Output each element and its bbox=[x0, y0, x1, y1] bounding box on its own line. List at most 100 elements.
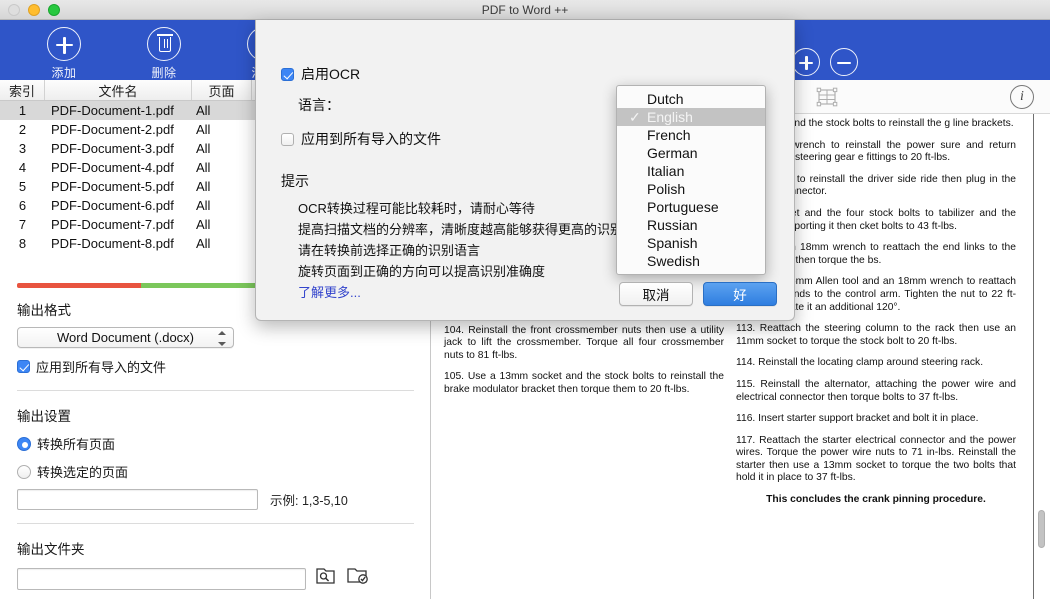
language-option[interactable]: Spanish bbox=[617, 234, 765, 252]
paragraph: 113. Reattach the steering column to the… bbox=[736, 323, 1016, 347]
tips-title: 提示 bbox=[281, 173, 309, 189]
cell-pages: All bbox=[196, 217, 211, 232]
output-folder-title: 输出文件夹 bbox=[17, 542, 85, 557]
enable-ocr-row[interactable]: 启用OCR bbox=[281, 64, 360, 84]
enable-ocr-label: 启用OCR bbox=[301, 66, 361, 82]
cell-pages: All bbox=[196, 160, 211, 175]
cell-filename: PDF-Document-8.pdf bbox=[51, 236, 174, 251]
cell-index: 1 bbox=[18, 103, 27, 118]
cell-index: 8 bbox=[18, 236, 27, 251]
check-icon: ✓ bbox=[629, 109, 641, 125]
language-option[interactable]: German bbox=[617, 144, 765, 162]
folder-search-icon[interactable] bbox=[315, 566, 337, 591]
language-option[interactable]: Dutch bbox=[617, 90, 765, 108]
language-option[interactable]: Polish bbox=[617, 180, 765, 198]
paragraph: 105. Use a 13mm socket and the stock bol… bbox=[444, 371, 724, 395]
cell-index: 5 bbox=[18, 179, 27, 194]
cell-filename: PDF-Document-5.pdf bbox=[51, 179, 174, 194]
column-header-pages[interactable]: 页面 bbox=[192, 80, 252, 100]
language-option-selected[interactable]: ✓ English bbox=[617, 108, 765, 126]
cell-filename: PDF-Document-2.pdf bbox=[51, 122, 174, 137]
language-dropdown-menu[interactable]: Dutch ✓ English French German Italian Po… bbox=[616, 85, 766, 275]
cell-pages: All bbox=[196, 179, 211, 194]
dialog-buttons: 取消 好 bbox=[619, 282, 777, 306]
output-folder-input[interactable] bbox=[17, 567, 306, 590]
output-settings-title: 输出设置 bbox=[17, 409, 71, 424]
language-option[interactable]: Swedish bbox=[617, 252, 765, 270]
language-option[interactable]: Portuguese bbox=[617, 198, 765, 216]
learn-more-link[interactable]: 了解更多... bbox=[298, 282, 361, 301]
window-title: PDF to Word ++ bbox=[481, 3, 569, 17]
column-header-filename[interactable]: 文件名 bbox=[45, 80, 192, 100]
radio-all-pages-label: 转换所有页面 bbox=[37, 437, 116, 452]
radio-selected-pages[interactable] bbox=[17, 464, 31, 479]
language-option[interactable]: French bbox=[617, 126, 765, 144]
table-grid-icon[interactable] bbox=[816, 86, 838, 108]
window-titlebar: PDF to Word ++ bbox=[0, 0, 1050, 20]
info-icon[interactable]: i bbox=[1010, 85, 1034, 109]
language-label: 语言： bbox=[298, 97, 340, 113]
cell-index: 2 bbox=[18, 122, 27, 137]
cell-pages: All bbox=[196, 103, 211, 118]
cell-filename: PDF-Document-3.pdf bbox=[51, 141, 174, 156]
radio-selected-pages-label: 转换选定的页面 bbox=[37, 465, 129, 480]
paragraph: 104. Reinstall the front crossmember nut… bbox=[444, 324, 724, 361]
closing-line: This concludes the crank pinning procedu… bbox=[766, 494, 986, 506]
zoom-out-icon bbox=[830, 48, 858, 76]
cell-pages: All bbox=[196, 122, 211, 137]
settings-panel: 输出格式 Word Document (.docx) 应用到所有导入的文件 输出… bbox=[0, 295, 431, 599]
ocr-apply-all-checkbox[interactable] bbox=[281, 132, 294, 146]
cell-pages: All bbox=[196, 141, 211, 156]
preview-scrollbar[interactable] bbox=[1037, 120, 1045, 590]
trash-circle-icon bbox=[147, 27, 181, 61]
language-option[interactable]: Italian bbox=[617, 162, 765, 180]
tip-line: OCR转换过程可能比较耗时，请耐心等待 bbox=[298, 201, 535, 216]
cell-index: 3 bbox=[18, 141, 27, 156]
page-range-input[interactable] bbox=[17, 489, 258, 510]
apply-all-files-checkbox[interactable] bbox=[17, 360, 30, 373]
paragraph: 114. Reinstall the locating clamp around… bbox=[736, 357, 984, 369]
tip-line: 请在转换前选择正确的识别语言 bbox=[298, 243, 481, 258]
chevron-updown-icon bbox=[217, 331, 226, 346]
column-header-index[interactable]: 索引 bbox=[0, 80, 45, 100]
cell-index: 7 bbox=[18, 217, 27, 232]
divider bbox=[17, 390, 414, 391]
enable-ocr-checkbox[interactable] bbox=[281, 67, 294, 81]
paragraph: 115. Reinstall the alternator, attaching… bbox=[736, 378, 1016, 403]
folder-check-icon[interactable] bbox=[346, 566, 370, 591]
cell-index: 6 bbox=[18, 198, 27, 213]
radio-all-pages-row[interactable]: 转换所有页面 bbox=[17, 434, 414, 453]
cell-index: 4 bbox=[18, 160, 27, 175]
language-option[interactable]: Russian bbox=[617, 216, 765, 234]
scrollbar-thumb[interactable] bbox=[1038, 510, 1045, 548]
ok-button[interactable]: 好 bbox=[703, 282, 777, 306]
paragraph: 116. Insert starter support bracket and … bbox=[736, 413, 979, 425]
apply-all-files-label: 应用到所有导入的文件 bbox=[36, 360, 167, 375]
preview-page-edge bbox=[1033, 114, 1034, 599]
application-window: PDF to Word ++ 添加 删除 清空 bbox=[0, 0, 1050, 599]
plus-circle-icon bbox=[47, 27, 81, 61]
page-range-example: 示例: 1,3-5,10 bbox=[270, 494, 348, 508]
cell-filename: PDF-Document-6.pdf bbox=[51, 198, 174, 213]
radio-selected-pages-row[interactable]: 转换选定的页面 bbox=[17, 462, 414, 481]
tip-line: 旋转页面到正确的方向可以提高识别准确度 bbox=[298, 264, 546, 279]
cell-pages: All bbox=[196, 198, 211, 213]
cell-filename: PDF-Document-4.pdf bbox=[51, 160, 174, 175]
toolbar-delete-button[interactable]: 删除 bbox=[128, 27, 200, 81]
cell-filename: PDF-Document-1.pdf bbox=[51, 103, 174, 118]
cell-pages: All bbox=[196, 236, 211, 251]
ocr-settings-dialog: 启用OCR 语言： 应用到所有导入的文件 提示 OCR转换过程可能比较耗时，请耐… bbox=[255, 20, 795, 321]
cell-filename: PDF-Document-7.pdf bbox=[51, 217, 174, 232]
cancel-button[interactable]: 取消 bbox=[619, 282, 693, 306]
ocr-apply-all-row[interactable]: 应用到所有导入的文件 bbox=[281, 129, 441, 149]
output-format-select[interactable]: Word Document (.docx) bbox=[17, 327, 234, 348]
output-format-value: Word Document (.docx) bbox=[56, 330, 195, 345]
radio-all-pages[interactable] bbox=[17, 436, 31, 451]
tip-line: 提高扫描文档的分辨率，清晰度越高能够获得更高的识别准确度 bbox=[298, 222, 663, 237]
paragraph: 117. Reattach the starter electrical con… bbox=[736, 434, 1016, 484]
toolbar-add-label: 添加 bbox=[51, 66, 77, 80]
toolbar-zoom-out-button[interactable] bbox=[808, 48, 880, 76]
divider bbox=[17, 523, 414, 524]
toolbar-add-button[interactable]: 添加 bbox=[28, 27, 100, 81]
apply-all-files-checkbox-row[interactable]: 应用到所有导入的文件 bbox=[17, 357, 414, 376]
